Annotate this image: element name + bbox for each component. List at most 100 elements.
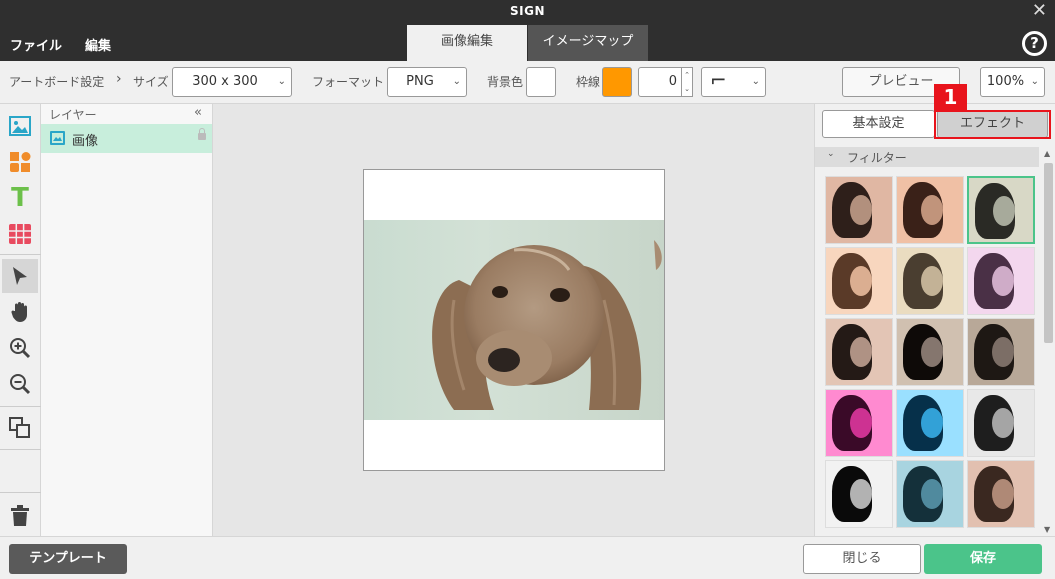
thumbnail-face [850, 408, 872, 438]
tab-image-edit[interactable]: 画像編集 [407, 25, 527, 61]
filter-thumbnail[interactable] [896, 318, 964, 386]
filter-thumbnail[interactable] [896, 176, 964, 244]
chevron-down-icon: ⌄ [827, 149, 835, 159]
artboard[interactable] [363, 169, 665, 471]
filter-thumbnail[interactable] [967, 176, 1035, 244]
filter-thumbnail-grid [825, 176, 1039, 532]
divider [0, 254, 41, 255]
annotation-badge: 1 [934, 84, 967, 111]
menu-edit[interactable]: 編集 [85, 35, 111, 54]
arrange-icon[interactable] [2, 411, 38, 445]
filter-thumbnail[interactable] [825, 247, 893, 315]
arrow-right-icon: › [116, 71, 122, 87]
thumbnail-face [992, 337, 1014, 367]
title-bar: SIGN ✕ [0, 0, 1055, 24]
template-button[interactable]: テンプレート [9, 544, 127, 574]
zoom-in-icon[interactable] [2, 331, 38, 365]
thumbnail-face [992, 408, 1014, 438]
table-tool-icon[interactable] [2, 217, 38, 251]
filter-thumbnail[interactable] [967, 389, 1035, 457]
filter-thumbnail[interactable] [967, 318, 1035, 386]
scroll-up-icon[interactable]: ▲ [1044, 149, 1050, 158]
bottom-bar: テンプレート 閉じる 保存 [0, 536, 1055, 579]
close-button[interactable]: 閉じる [803, 544, 921, 574]
filter-thumbnail[interactable] [825, 176, 893, 244]
left-toolbar: T [0, 104, 41, 536]
menu-bar: ファイル 編集 画像編集 イメージマップ ? [0, 24, 1055, 61]
border-color-swatch[interactable] [602, 67, 632, 97]
size-select[interactable]: 300 x 300 ⌄ [172, 67, 292, 97]
filter-thumbnail[interactable] [967, 247, 1035, 315]
tab-basic-settings[interactable]: 基本設定 [822, 110, 935, 138]
bg-color-label: 背景色 [487, 75, 524, 89]
close-icon[interactable]: ✕ [1032, 2, 1047, 20]
layers-header: レイヤー [49, 108, 97, 122]
scrollbar-thumb[interactable] [1044, 163, 1053, 343]
shape-tool-icon[interactable] [2, 145, 38, 179]
help-icon[interactable]: ? [1022, 31, 1047, 56]
thumbnail-face [850, 479, 872, 509]
menu-file[interactable]: ファイル [10, 35, 62, 54]
thumbnail-face [921, 408, 943, 438]
thumbnail-face [850, 266, 872, 296]
border-width-input[interactable]: 0 [638, 67, 682, 97]
bg-color-swatch[interactable] [526, 67, 556, 97]
chevron-down-icon: ⌄ [452, 76, 461, 87]
layer-item[interactable]: 画像 [41, 124, 212, 153]
trash-icon[interactable] [2, 499, 38, 533]
artboard-toolbar: アートボード設定 › サイズ 300 x 300 ⌄ フォーマット PNG ⌄ … [0, 61, 1055, 104]
filter-section-header[interactable]: ⌄ フィルター [815, 147, 1039, 167]
border-style-icon: ⌐ [710, 68, 727, 92]
thumbnail-face [850, 195, 872, 225]
thumbnail-face [992, 266, 1014, 296]
border-width-stepper[interactable]: ⌃ ⌄ [682, 67, 693, 97]
thumbnail-face [993, 196, 1015, 226]
filter-thumbnail[interactable] [825, 460, 893, 528]
filter-thumbnail[interactable] [896, 460, 964, 528]
format-value: PNG [406, 74, 434, 89]
filter-thumbnail[interactable] [896, 247, 964, 315]
layers-panel: レイヤー « 画像 [41, 104, 213, 536]
zoom-out-icon[interactable] [2, 367, 38, 401]
filter-label: フィルター [847, 151, 907, 165]
artboard-settings-label: アートボード設定 [9, 75, 105, 89]
filter-thumbnail[interactable] [896, 389, 964, 457]
image-layer-icon [50, 131, 65, 145]
thumbnail-face [921, 266, 943, 296]
lock-icon[interactable] [198, 128, 206, 140]
border-label: 枠線 [576, 75, 601, 89]
thumbnail-face [992, 479, 1014, 509]
format-label: フォーマット [312, 75, 385, 89]
scroll-down-icon[interactable]: ▼ [1044, 525, 1050, 534]
image-tool-icon[interactable] [2, 109, 38, 143]
layer-label: 画像 [72, 134, 99, 149]
window-title: SIGN [510, 4, 545, 18]
filter-thumbnail[interactable] [825, 318, 893, 386]
thumbnail-face [921, 337, 943, 367]
size-label: サイズ [133, 75, 169, 89]
dog-photo[interactable] [364, 220, 664, 420]
zoom-select[interactable]: 100% ⌄ [980, 67, 1045, 97]
thumbnail-face [850, 337, 872, 367]
chevron-down-icon: ⌄ [277, 76, 286, 87]
filter-thumbnail[interactable] [967, 460, 1035, 528]
border-style-select[interactable]: ⌐ ⌄ [701, 67, 766, 97]
divider [0, 449, 41, 450]
hand-tool-icon[interactable] [2, 295, 38, 329]
chevron-down-icon: ⌄ [1030, 76, 1039, 87]
zoom-value: 100% [986, 74, 1025, 89]
select-tool-icon[interactable] [2, 259, 38, 293]
text-tool-icon[interactable]: T [2, 181, 38, 215]
filter-thumbnail[interactable] [825, 389, 893, 457]
divider [0, 492, 41, 493]
thumbnail-face [921, 195, 943, 225]
chevron-down-icon: ⌄ [751, 76, 760, 87]
format-select[interactable]: PNG ⌄ [387, 67, 467, 97]
size-value: 300 x 300 [192, 74, 258, 89]
canvas-area[interactable] [213, 104, 814, 536]
annotation-highlight-box [934, 110, 1051, 139]
save-button[interactable]: 保存 [924, 544, 1042, 574]
tab-image-map[interactable]: イメージマップ [528, 25, 648, 61]
collapse-icon[interactable]: « [194, 105, 202, 120]
scrollbar[interactable]: ▲ ▼ [1041, 147, 1055, 536]
